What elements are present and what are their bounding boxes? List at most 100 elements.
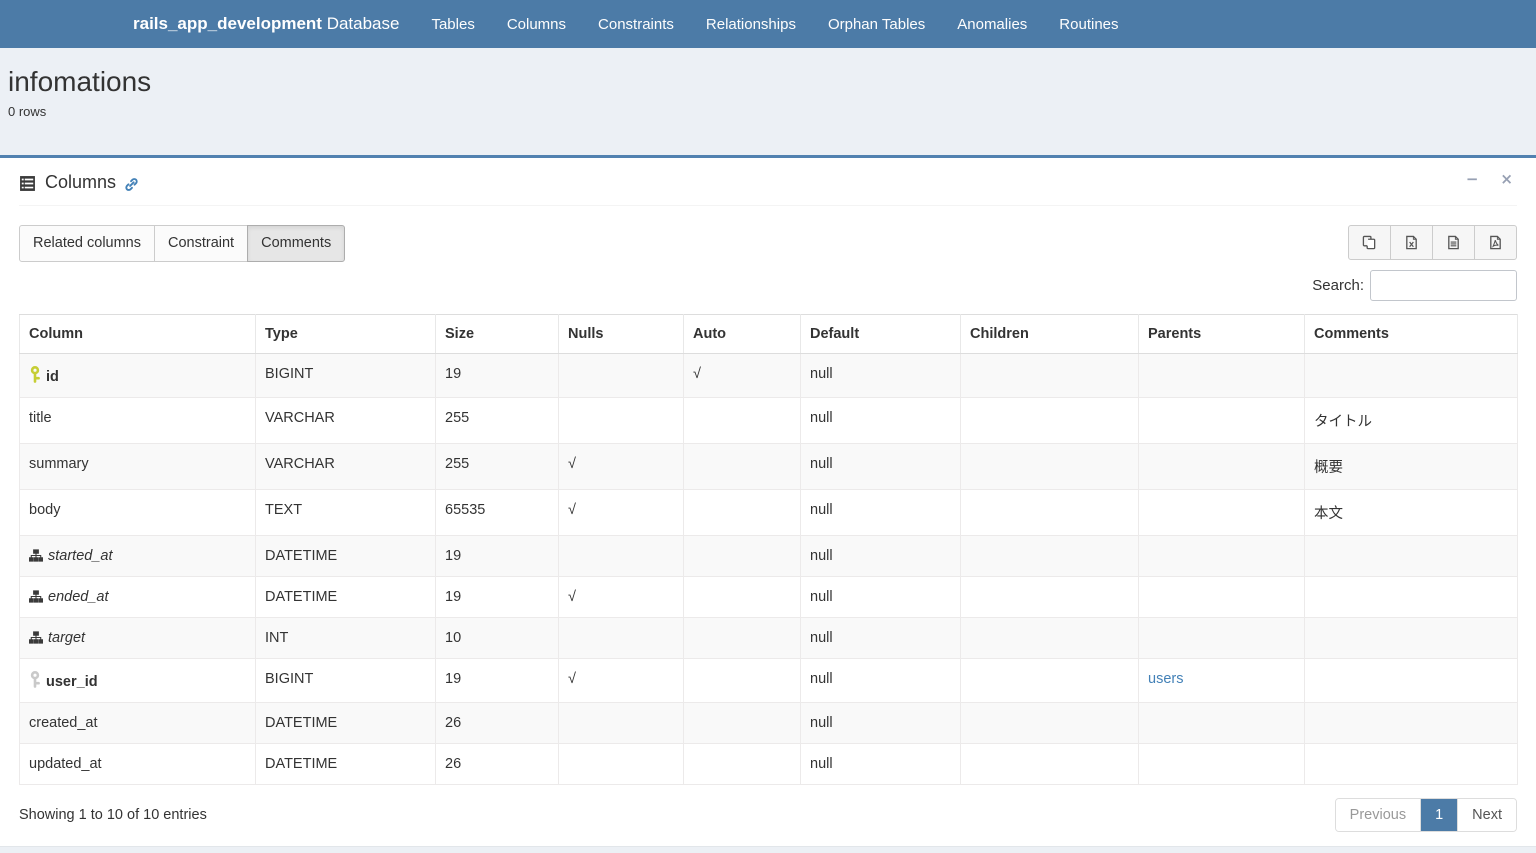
nav-item-tables[interactable]: Tables bbox=[415, 2, 490, 47]
view-tabs: Related columns Constraint Comments bbox=[19, 225, 345, 262]
table-row: updated_atDATETIME26null bbox=[20, 743, 1518, 784]
cell-parents bbox=[1139, 535, 1305, 576]
cell-auto: √ bbox=[684, 353, 801, 397]
database-name: rails_app_development bbox=[133, 14, 322, 33]
search-label: Search: bbox=[1312, 277, 1364, 294]
nav-item-anomalies[interactable]: Anomalies bbox=[941, 2, 1043, 47]
anchor-link-icon[interactable] bbox=[124, 177, 139, 192]
cell-children bbox=[961, 353, 1139, 397]
tab-related-columns[interactable]: Related columns bbox=[19, 225, 155, 262]
cell-default: null bbox=[801, 353, 961, 397]
header-parents[interactable]: Parents bbox=[1139, 314, 1305, 353]
cell-type: INT bbox=[256, 617, 436, 658]
cell-parents: users bbox=[1139, 658, 1305, 702]
pagination: Previous 1 Next bbox=[1335, 798, 1517, 832]
cell-nulls bbox=[559, 617, 684, 658]
page-header: infomations 0 rows bbox=[0, 48, 1536, 129]
export-excel-button[interactable] bbox=[1390, 225, 1433, 260]
cell-size: 19 bbox=[436, 535, 559, 576]
panel-toolbar: Related columns Constraint Comments bbox=[19, 225, 1517, 262]
cell-auto bbox=[684, 489, 801, 535]
cell-column: user_id bbox=[20, 658, 256, 702]
collapse-icon[interactable]: − bbox=[1462, 170, 1483, 189]
cell-parents bbox=[1139, 702, 1305, 743]
cell-type: TEXT bbox=[256, 489, 436, 535]
database-brand[interactable]: rails_app_development Database bbox=[133, 14, 399, 34]
parent-table-link[interactable]: users bbox=[1148, 671, 1183, 687]
nav-item-orphan-tables[interactable]: Orphan Tables bbox=[812, 2, 941, 47]
cell-nulls bbox=[559, 702, 684, 743]
nav-item-columns[interactable]: Columns bbox=[491, 2, 582, 47]
cell-type: VARCHAR bbox=[256, 397, 436, 443]
cell-size: 19 bbox=[436, 576, 559, 617]
nav-item-constraints[interactable]: Constraints bbox=[582, 2, 690, 47]
cell-default: null bbox=[801, 576, 961, 617]
cell-comments: 概要 bbox=[1305, 443, 1518, 489]
table-row: user_idBIGINT19√nullusers bbox=[20, 658, 1518, 702]
search-input[interactable] bbox=[1370, 270, 1517, 301]
cell-children bbox=[961, 702, 1139, 743]
pagination-page-1[interactable]: 1 bbox=[1420, 799, 1457, 831]
table-list-icon bbox=[19, 175, 36, 192]
cell-column: id bbox=[20, 353, 256, 397]
cell-comments bbox=[1305, 702, 1518, 743]
column-name: title bbox=[29, 410, 52, 426]
cell-column: target bbox=[20, 617, 256, 658]
column-name: created_at bbox=[29, 715, 98, 731]
cell-parents bbox=[1139, 397, 1305, 443]
table-header-row: Column Type Size Nulls Auto Default Chil… bbox=[20, 314, 1518, 353]
cell-column: body bbox=[20, 489, 256, 535]
cell-default: null bbox=[801, 658, 961, 702]
table-row: started_atDATETIME19null bbox=[20, 535, 1518, 576]
index-icon bbox=[29, 549, 43, 562]
tab-comments[interactable]: Comments bbox=[247, 225, 345, 262]
export-buttons bbox=[1348, 225, 1517, 260]
cell-type: DATETIME bbox=[256, 576, 436, 617]
cell-parents bbox=[1139, 489, 1305, 535]
cell-column: summary bbox=[20, 443, 256, 489]
cell-comments: タイトル bbox=[1305, 397, 1518, 443]
cell-column: updated_at bbox=[20, 743, 256, 784]
panel-tools: − × bbox=[1462, 170, 1517, 189]
header-children[interactable]: Children bbox=[961, 314, 1139, 353]
column-name: summary bbox=[29, 456, 89, 472]
cell-children bbox=[961, 443, 1139, 489]
header-auto[interactable]: Auto bbox=[684, 314, 801, 353]
tab-constraint[interactable]: Constraint bbox=[154, 225, 248, 262]
header-comments[interactable]: Comments bbox=[1305, 314, 1518, 353]
cell-size: 19 bbox=[436, 658, 559, 702]
pagination-next[interactable]: Next bbox=[1457, 799, 1516, 831]
cell-column: ended_at bbox=[20, 576, 256, 617]
cell-comments bbox=[1305, 535, 1518, 576]
table-row: bodyTEXT65535√null本文 bbox=[20, 489, 1518, 535]
cell-children bbox=[961, 658, 1139, 702]
table-row: created_atDATETIME26null bbox=[20, 702, 1518, 743]
nav-item-relationships[interactable]: Relationships bbox=[690, 2, 812, 47]
primary-key-icon bbox=[29, 366, 41, 383]
export-copy-button[interactable] bbox=[1348, 225, 1391, 260]
column-name: updated_at bbox=[29, 756, 102, 772]
cell-children bbox=[961, 743, 1139, 784]
pdf-file-icon bbox=[1488, 235, 1503, 250]
export-pdf-button[interactable] bbox=[1474, 225, 1517, 260]
pagination-previous[interactable]: Previous bbox=[1336, 799, 1420, 831]
index-icon bbox=[29, 590, 43, 603]
row-count: 0 rows bbox=[8, 104, 1528, 119]
table-row: titleVARCHAR255nullタイトル bbox=[20, 397, 1518, 443]
database-label: Database bbox=[322, 14, 400, 33]
cell-size: 255 bbox=[436, 443, 559, 489]
cell-comments bbox=[1305, 617, 1518, 658]
text-file-icon bbox=[1446, 235, 1461, 250]
header-size[interactable]: Size bbox=[436, 314, 559, 353]
header-nulls[interactable]: Nulls bbox=[559, 314, 684, 353]
header-type[interactable]: Type bbox=[256, 314, 436, 353]
cell-default: null bbox=[801, 443, 961, 489]
export-csv-button[interactable] bbox=[1432, 225, 1475, 260]
close-icon[interactable]: × bbox=[1496, 170, 1517, 189]
nav-item-routines[interactable]: Routines bbox=[1043, 2, 1134, 47]
cell-type: DATETIME bbox=[256, 535, 436, 576]
table-row: idBIGINT19√null bbox=[20, 353, 1518, 397]
page-title: infomations bbox=[8, 66, 1528, 98]
header-default[interactable]: Default bbox=[801, 314, 961, 353]
header-column[interactable]: Column bbox=[20, 314, 256, 353]
